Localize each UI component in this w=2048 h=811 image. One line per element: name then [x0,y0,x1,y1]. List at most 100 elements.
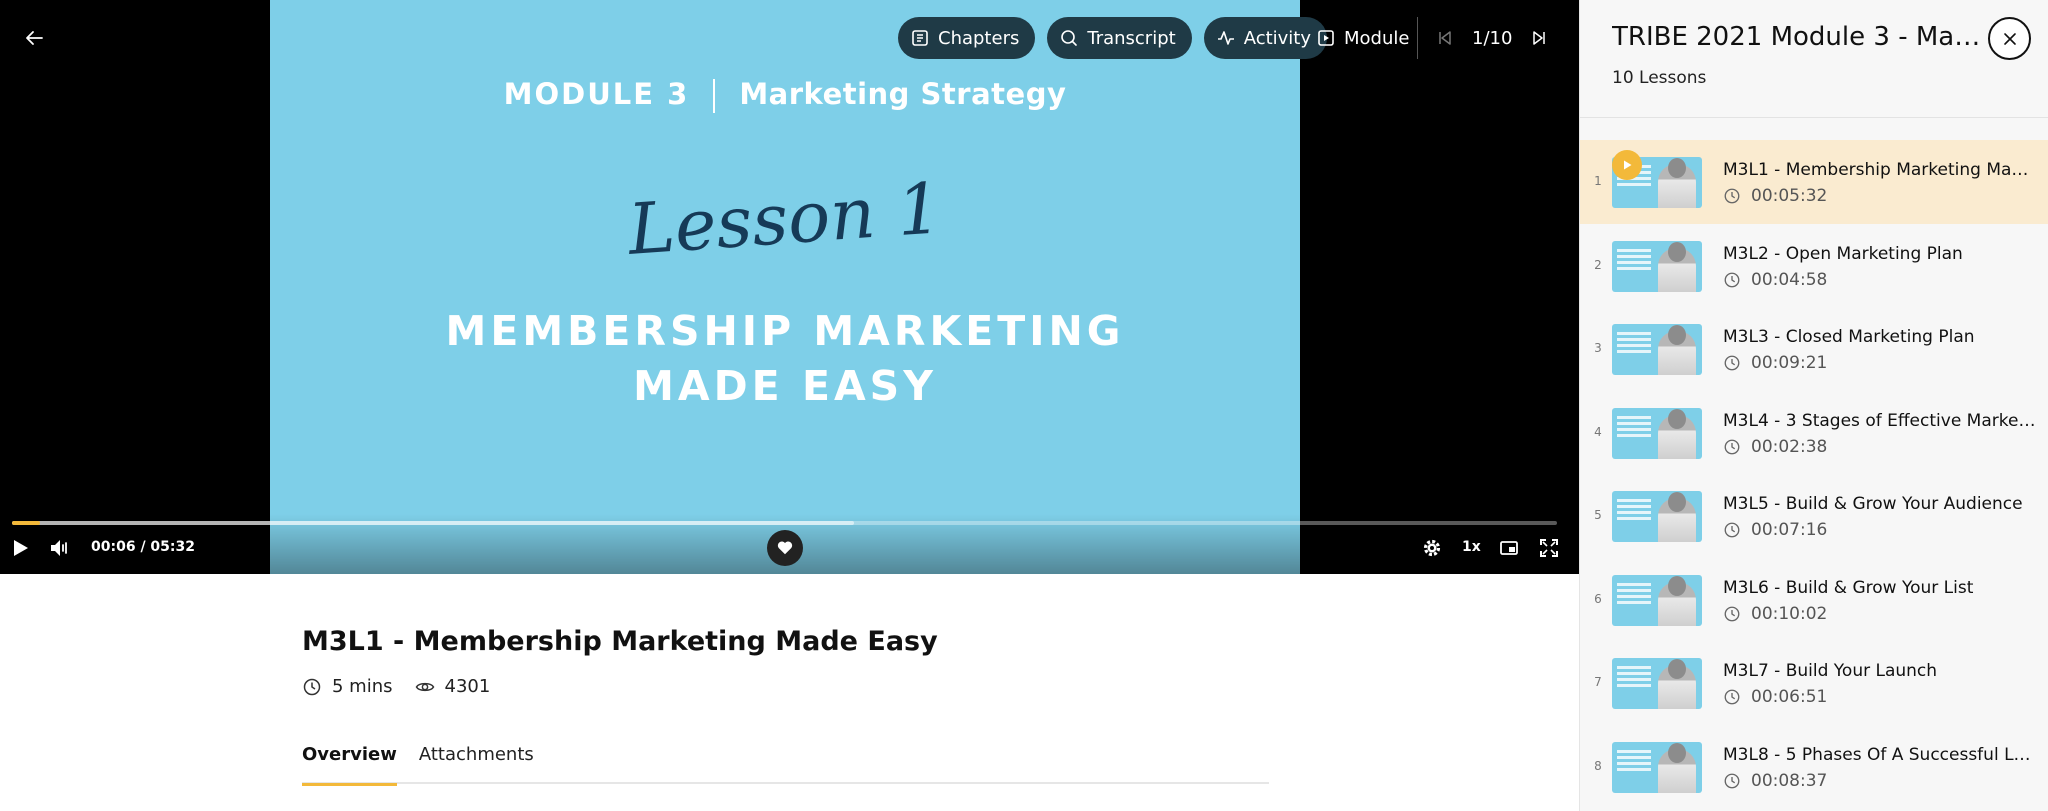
thumbnail-head [1668,575,1686,596]
lesson-tabs: Overview Attachments [302,740,1269,786]
lesson-item-duration: 00:02:38 [1723,437,1827,457]
lesson-list: 1 M3L1 - Membership Marketing Made Easy 00… [1580,140,2048,808]
thumbnail-text [1617,749,1651,753]
lesson-item-title: M3L5 - Build & Grow Your Audience [1723,494,2023,514]
lesson-item-title: M3L8 - 5 Phases Of A Successful Launch [1723,744,2039,765]
lessons-sidebar: TRIBE 2021 Module 3 - Marketing Strategy… [1579,0,2048,811]
lesson-item[interactable]: 8 M3L8 - 5 Phases Of A Successful Launch 0… [1580,725,2048,809]
activity-icon [1217,31,1234,45]
thumbnail-head [1668,408,1686,429]
thumbnail-head [1668,659,1686,679]
gear-icon [1423,539,1441,557]
lesson-item[interactable]: 5 M3L5 - Build & Grow Your Audience 00:07:… [1580,474,2048,558]
player-controls: 00:06 / 05:32 1x [0,530,1579,566]
thumbnail-text [1617,415,1651,419]
previous-lesson-button[interactable] [1428,21,1462,55]
lesson-duration-text: 00:09:21 [1751,353,1828,373]
lesson-number: 2 [1594,257,1602,272]
lesson-item-duration: 00:07:16 [1723,520,1827,540]
skip-back-icon [1439,31,1451,45]
tab-overview[interactable]: Overview [302,740,397,786]
lesson-item-title: M3L7 - Build Your Launch [1723,661,1938,681]
playback-speed-button[interactable]: 1x [1462,539,1481,555]
thumbnail-head [1668,492,1686,512]
search-icon [1061,30,1078,46]
eye-icon [415,682,434,691]
arrow-left-icon [26,31,43,45]
lesson-item[interactable]: 1 M3L1 - Membership Marketing Made Easy 00… [1580,140,2048,224]
lesson-duration-text: 00:06:51 [1751,687,1828,707]
lesson-number: 5 [1594,508,1602,522]
thumbnail-text [1617,666,1651,669]
lesson-number: 7 [1594,675,1602,689]
lesson-thumbnail [1612,741,1702,793]
favorite-button[interactable] [767,530,803,566]
lesson-count: 10 Lessons [1612,68,1707,88]
lesson-number: 1 [1594,174,1602,188]
lesson-item[interactable]: 7 M3L7 - Build Your Launch 00:06:51 [1580,641,2048,725]
divider [1417,17,1418,59]
lesson-item-duration: 00:06:51 [1723,687,1827,707]
lesson-number: 3 [1594,341,1602,355]
video-player[interactable]: MODULE 3 Marketing Strategy Lesson 1 MEMB… [0,0,1579,574]
back-button[interactable] [18,22,50,54]
lesson-item-duration: 00:04:58 [1723,270,1827,290]
slide-separator [713,79,716,113]
lesson-item-duration: 00:09:21 [1723,353,1827,373]
fullscreen-button[interactable] [1536,535,1562,561]
now-playing-badge [1612,150,1642,180]
lesson-item-title: M3L3 - Closed Marketing Plan [1723,327,1975,347]
lesson-counter: 1/10 [1472,27,1513,49]
clock-icon [1724,773,1740,788]
video-frame[interactable]: MODULE 3 Marketing Strategy Lesson 1 MEMB… [270,0,1300,574]
chapters-button[interactable]: Chapters [898,17,1036,59]
thumbnail-head [1668,158,1686,178]
clock-icon [1724,522,1740,538]
lesson-item[interactable]: 2 M3L2 - Open Marketing Plan 00:04:58 [1580,224,2048,308]
lesson-item-duration: 00:05:32 [1723,186,1827,206]
close-icon [2003,32,2016,45]
slide-title-line: MEMBERSHIP MARKETING [445,307,1125,355]
lesson-item-title: M3L2 - Open Marketing Plan [1723,243,1963,264]
main-area: MODULE 3 Marketing Strategy Lesson 1 MEMB… [0,0,1579,811]
clock-icon [1724,606,1740,621]
lesson-thumbnail [1612,407,1702,459]
play-button[interactable] [7,535,33,561]
clock-icon [1724,355,1740,371]
clock-icon [1724,439,1740,454]
lesson-item-title: M3L6 - Build & Grow Your List [1723,577,1974,598]
lesson-item[interactable]: 4 M3L4 - 3 Stages of Effective Marketing 0… [1580,391,2048,475]
volume-button[interactable] [46,535,72,561]
settings-button[interactable] [1419,535,1445,561]
lesson-duration-text: 00:07:16 [1751,520,1828,540]
picture-in-picture-button[interactable] [1496,535,1522,561]
tab-attachments[interactable]: Attachments [419,740,534,784]
clock-icon [1724,272,1740,287]
lesson-item[interactable]: 3 M3L3 - Closed Marketing Plan 00:09:21 [1580,307,2048,391]
thumbnail-text [1617,248,1651,252]
volume-icon [51,540,67,556]
lesson-item[interactable]: 6 M3L6 - Build & Grow Your List 00:10:02 [1580,558,2048,642]
lesson-title: M3L1 - Membership Marketing Made Easy [302,626,938,657]
module-button[interactable]: Module [1316,17,1409,59]
module-label: Module [1344,27,1410,49]
fullscreen-icon [1540,539,1558,557]
progress-bar[interactable] [12,521,1557,525]
lesson-duration-text: 00:10:02 [1751,603,1828,624]
transcript-label: Transcript [1087,27,1176,49]
progress-played [12,521,40,525]
next-lesson-button[interactable] [1522,21,1556,55]
lesson-thumbnail [1612,658,1702,709]
close-sidebar-button[interactable] [1988,17,2031,60]
thumbnail-head [1668,241,1686,262]
views-meta: 4301 [415,676,490,697]
lesson-duration-text: 00:02:38 [1751,436,1828,457]
lesson-duration-text: 00:05:32 [1751,186,1828,206]
transcript-button[interactable]: Transcript [1047,17,1192,59]
player-top-buttons: Chapters Transcript Activity [898,17,1328,59]
play-icon [1624,160,1632,170]
activity-button[interactable]: Activity [1203,17,1328,59]
slide-title: MEMBERSHIP MARKETING MADE EASY [270,304,1300,414]
clock-icon [1724,689,1740,705]
thumbnail-head [1668,325,1686,345]
